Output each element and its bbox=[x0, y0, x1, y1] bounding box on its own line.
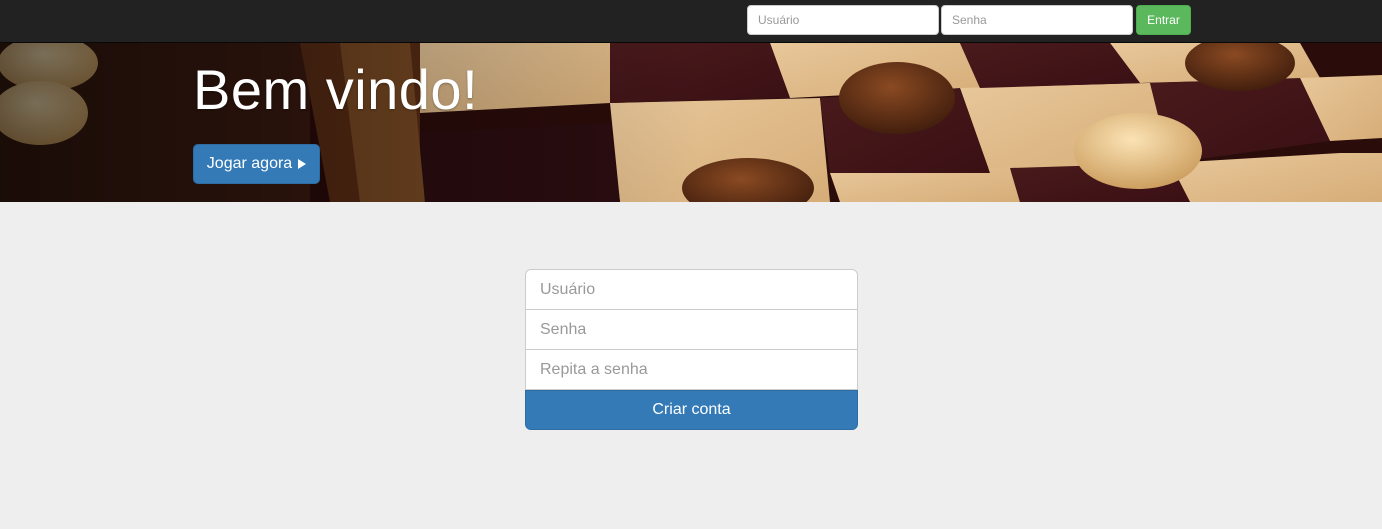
play-icon bbox=[298, 159, 307, 169]
login-button[interactable]: Entrar bbox=[1136, 5, 1191, 35]
create-account-button[interactable]: Criar conta bbox=[525, 390, 858, 430]
top-navbar: Entrar bbox=[0, 0, 1382, 43]
register-repeat-password-input[interactable] bbox=[525, 350, 858, 390]
navbar-password-input[interactable] bbox=[941, 5, 1133, 35]
hero-banner: Bem vindo! Jogar agora bbox=[0, 43, 1382, 202]
hero-title: Bem vindo! bbox=[193, 58, 479, 121]
navbar-username-input[interactable] bbox=[747, 5, 939, 35]
register-password-input[interactable] bbox=[525, 310, 858, 350]
play-now-label: Jogar agora bbox=[206, 155, 293, 172]
register-username-input[interactable] bbox=[525, 269, 858, 310]
play-now-button[interactable]: Jogar agora bbox=[193, 144, 320, 184]
